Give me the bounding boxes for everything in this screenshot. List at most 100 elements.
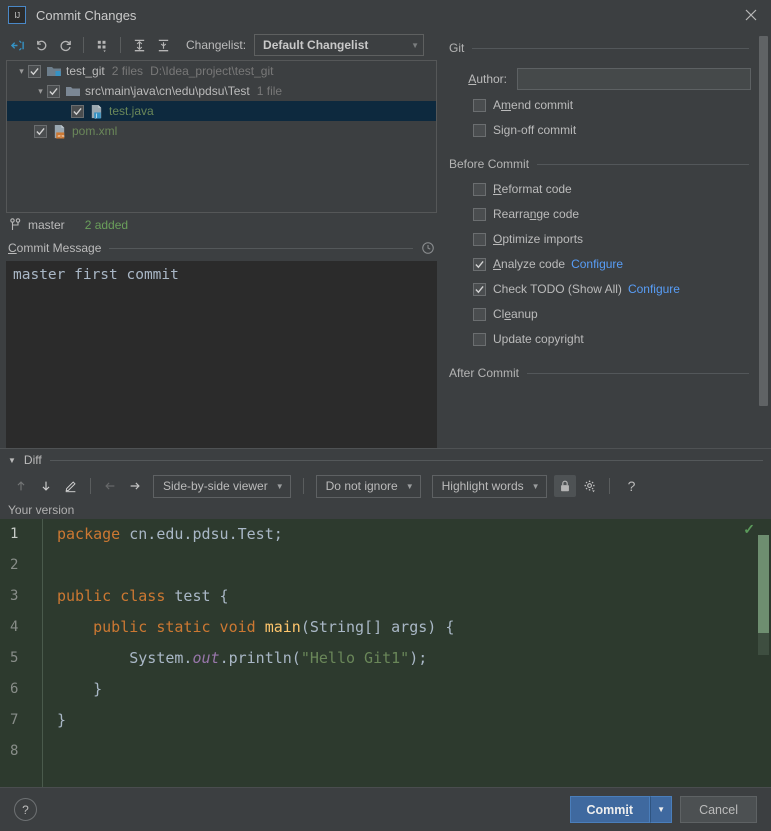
commit-options-pane: Git Author: Amend commit Sign-off commit	[443, 30, 771, 448]
label-post: anup	[511, 307, 538, 321]
tree-row-checkbox[interactable]	[47, 84, 60, 98]
before-commit-checkbox[interactable]	[473, 182, 486, 196]
git-section-rule	[472, 47, 749, 49]
signoff-commit-checkbox[interactable]	[473, 123, 486, 137]
before-commit-checkbox[interactable]	[473, 282, 486, 296]
signoff-commit-row[interactable]: Sign-off commit	[473, 120, 751, 140]
tree-row[interactable]: <> pom.xml	[7, 121, 436, 141]
code-token: test {	[174, 587, 229, 605]
before-commit-label: Before Commit	[449, 157, 530, 171]
chevron-down-icon[interactable]: ▾	[34, 86, 47, 97]
before-commit-row[interactable]: Reformat code	[473, 179, 751, 199]
before-commit-row[interactable]: Cleanup	[473, 304, 751, 324]
before-commit-checkbox[interactable]	[473, 207, 486, 221]
expand-all-icon[interactable]	[128, 34, 150, 56]
amend-commit-checkbox[interactable]	[473, 98, 486, 112]
gear-icon[interactable]	[579, 475, 601, 497]
changes-tree[interactable]: ▾ test_git 2 files D:\Idea_project\test_git…	[6, 60, 437, 213]
before-commit-label: Rearrange code	[493, 207, 579, 221]
code-token: package	[57, 525, 130, 543]
diff-section-header[interactable]: ▼ Diff	[0, 449, 771, 471]
tree-row-checkbox[interactable]	[28, 64, 41, 78]
chevron-down-icon[interactable]: ▾	[15, 66, 28, 77]
before-commit-checkbox[interactable]	[473, 232, 486, 246]
changes-toolbar: Changelist: Default Changelist ▼	[0, 30, 443, 60]
highlight-mode-dropdown[interactable]: Highlight words ▼	[431, 474, 547, 498]
changelist-dropdown[interactable]: Default Changelist ▼	[254, 34, 425, 56]
folder-icon	[65, 83, 81, 99]
chevron-down-icon: ▼	[275, 481, 284, 491]
arrow-left-icon[interactable]	[99, 475, 121, 497]
before-commit-checkbox[interactable]	[473, 257, 486, 271]
configure-link[interactable]: Configure	[571, 257, 623, 271]
check-glyph	[73, 107, 82, 115]
before-commit-row[interactable]: Rearrange code	[473, 204, 751, 224]
close-icon[interactable]	[731, 0, 771, 30]
commit-message-input[interactable]: master first commit	[6, 261, 437, 448]
author-row: Author:	[449, 68, 751, 90]
commit-button[interactable]: Comm i t	[569, 796, 651, 823]
arrow-right-icon[interactable]	[124, 475, 146, 497]
group-by-icon[interactable]	[91, 34, 113, 56]
tree-row[interactable]: ▾ test_git 2 files D:\Idea_project\test_git	[7, 61, 436, 81]
options-scrollbar[interactable]	[759, 30, 768, 448]
diff-editor[interactable]: 1 2 3 4 5 6 7 8 package cn.edu.pdsu.Test; publi…	[0, 519, 771, 787]
diff-toolbar-separator-2	[302, 478, 304, 494]
clock-history-icon[interactable]	[421, 241, 435, 255]
commit-changes-dialog: IJ Commit Changes Changelist: Default Ch…	[0, 0, 771, 831]
editor-scrollbar-thumb[interactable]	[758, 535, 769, 633]
pencil-icon[interactable]	[60, 475, 82, 497]
diff-pane-title: Your version	[8, 503, 75, 517]
folder-icon	[66, 87, 80, 96]
tree-row-checkbox[interactable]	[34, 124, 47, 138]
header-rule	[109, 247, 413, 249]
options-scrollbar-thumb[interactable]	[759, 36, 768, 406]
diff-help-button[interactable]: ?	[622, 475, 642, 497]
xml-file-icon: <>	[54, 124, 65, 139]
cancel-button[interactable]: Cancel	[680, 796, 757, 823]
commit-options-arrow[interactable]: ▼	[650, 796, 673, 823]
help-button[interactable]: ?	[14, 798, 37, 821]
git-branch-icon	[10, 218, 21, 230]
title-bar: IJ Commit Changes	[0, 0, 771, 30]
commit-options-scroll: Git Author: Amend commit Sign-off commit	[443, 30, 759, 448]
refresh-icon[interactable]	[54, 34, 76, 56]
arrow-up-icon[interactable]	[10, 475, 32, 497]
code-content[interactable]: package cn.edu.pdsu.Test; public class t…	[43, 519, 771, 787]
author-field[interactable]	[517, 68, 751, 90]
before-commit-row[interactable]: Check TODO (Show All) Configure	[473, 279, 751, 299]
editor-scrollbar-marker	[758, 633, 769, 655]
tree-row[interactable]: Jtest.java	[7, 101, 436, 121]
chevron-down-icon: ▼	[405, 481, 414, 491]
logo-text: IJ	[14, 10, 20, 20]
revert-icon[interactable]	[30, 34, 52, 56]
tree-row-meta: 2 files	[111, 64, 144, 78]
before-commit-header: Before Commit	[449, 154, 749, 174]
java-file-icon: J	[91, 104, 102, 119]
collapse-all-icon[interactable]	[152, 34, 174, 56]
author-label-rest: uthor:	[476, 72, 507, 86]
arrow-down-icon[interactable]	[35, 475, 57, 497]
svg-text:<>: <>	[57, 133, 65, 139]
code-token: }	[57, 711, 67, 729]
before-commit-row[interactable]: Optimize imports	[473, 229, 751, 249]
editor-scrollbar[interactable]	[758, 519, 769, 787]
viewer-mode-dropdown[interactable]: Side-by-side viewer ▼	[153, 474, 291, 498]
amend-commit-row[interactable]: Amend commit	[473, 95, 751, 115]
lock-icon[interactable]	[553, 475, 576, 497]
configure-link[interactable]: Configure	[628, 282, 680, 296]
pencil-glyph	[65, 481, 76, 493]
commit-message-label: Commit Message	[8, 241, 101, 255]
tree-row[interactable]: ▾ src\main\java\cn\edu\pdsu\Test 1 file	[7, 81, 436, 101]
lock-glyph	[560, 480, 569, 492]
tree-row-checkbox[interactable]	[71, 104, 84, 118]
before-commit-row[interactable]: Update copyright	[473, 329, 751, 349]
before-commit-checkbox[interactable]	[473, 307, 486, 321]
show-diff-icon[interactable]	[6, 34, 28, 56]
before-commit-row[interactable]: Analyze code Configure	[473, 254, 751, 274]
ignore-mode-dropdown[interactable]: Do not ignore ▼	[315, 474, 421, 498]
before-commit-checkbox[interactable]	[473, 332, 486, 346]
label-mnemonic: A	[493, 257, 502, 271]
